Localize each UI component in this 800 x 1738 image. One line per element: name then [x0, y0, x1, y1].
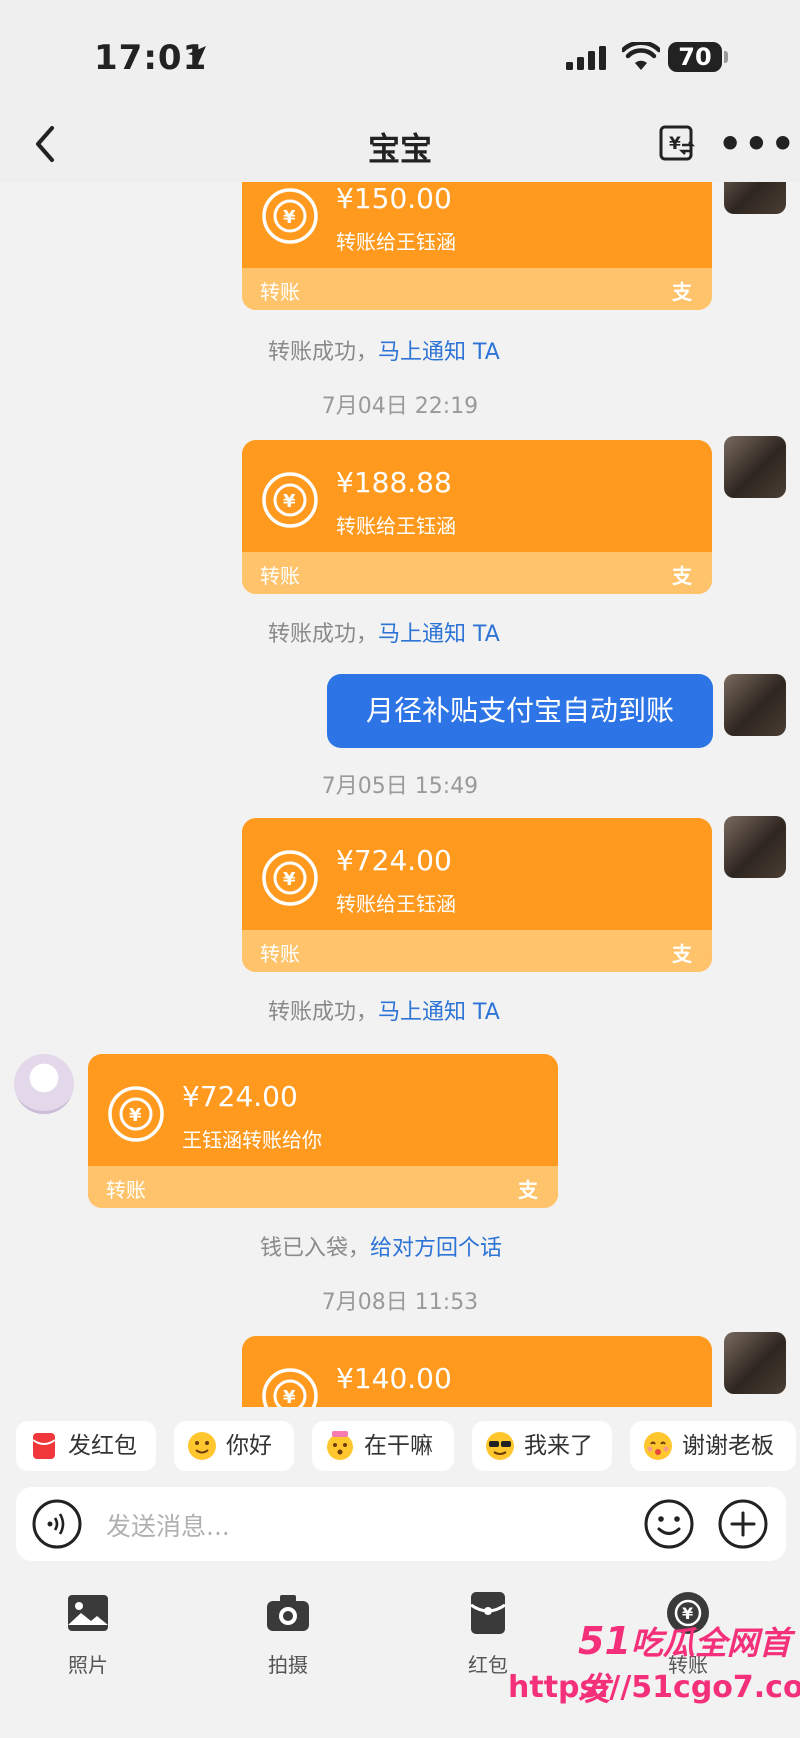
transfer-coin-icon: ¥ — [262, 850, 318, 906]
alipay-icon: 支 — [672, 564, 692, 588]
text-message-bubble[interactable]: 月径补贴支付宝自动到账 — [327, 674, 713, 748]
svg-text:¥: ¥ — [669, 134, 681, 154]
message-input[interactable]: 发送消息... — [16, 1487, 786, 1561]
quick-reply-hello[interactable]: 你好 — [174, 1421, 294, 1471]
svg-text:¥: ¥ — [129, 1105, 142, 1126]
transfer-coin-icon: ¥ — [108, 1086, 164, 1142]
quick-reply-label: 在干嘛 — [364, 1433, 433, 1459]
notice-text: 转账成功， — [268, 1000, 379, 1025]
camera-tool[interactable]: 拍摄 — [238, 1589, 338, 1678]
quick-reply-red-packet[interactable]: 发红包 — [16, 1421, 156, 1471]
notice-text: 钱已入袋， — [260, 1236, 371, 1261]
message-timestamp: 7月05日 15:49 — [321, 774, 479, 799]
transfer-card[interactable]: ¥ ¥140.00 — [242, 1336, 712, 1407]
plus-icon[interactable] — [716, 1497, 770, 1551]
my-avatar[interactable] — [724, 1332, 786, 1394]
transfer-status-notice: 转账成功，马上通知 TA — [268, 334, 500, 366]
quick-reply-bar: 发红包 你好 在干嘛 我来了 谢谢老板 — [0, 1407, 800, 1485]
more-menu-button[interactable]: ••• — [718, 122, 797, 166]
contact-avatar[interactable] — [14, 1054, 74, 1114]
quick-reply-label: 你好 — [226, 1433, 272, 1459]
red-packet-tool[interactable]: 红包 — [438, 1589, 538, 1678]
my-avatar[interactable] — [724, 182, 786, 214]
my-avatar[interactable] — [724, 674, 786, 736]
emoji-curious-icon — [327, 1431, 353, 1460]
transfer-card[interactable]: ¥ ¥150.00 转账给王钰涵 转账 支 — [242, 182, 712, 310]
transfer-label: 转账 — [260, 564, 300, 588]
transfer-status-notice: 转账成功，马上通知 TA — [268, 616, 500, 648]
red-packet-icon — [32, 1433, 56, 1459]
alipay-icon: 支 — [672, 280, 692, 304]
nav-bar: 宝宝 ¥ ••• — [0, 110, 800, 182]
notify-link[interactable]: 马上通知 TA — [378, 340, 500, 365]
wifi-icon — [622, 42, 660, 70]
red-packet-icon — [470, 1592, 506, 1634]
transfer-coin-icon: ¥ — [262, 188, 318, 244]
alipay-icon: 支 — [518, 1178, 538, 1202]
svg-text:¥: ¥ — [283, 491, 296, 512]
chat-messages: ¥ ¥150.00 转账给王钰涵 转账 支 转账成功，马上通知 TA 7月04日… — [0, 182, 800, 1407]
quick-reply-coming[interactable]: 我来了 — [472, 1421, 612, 1471]
transfer-label: 转账 — [106, 1178, 146, 1202]
tool-label: 照片 — [68, 1653, 108, 1677]
transfer-record-icon[interactable]: ¥ — [658, 124, 696, 162]
reply-link[interactable]: 给对方回个话 — [370, 1236, 502, 1261]
quick-reply-label: 我来了 — [524, 1433, 593, 1459]
quick-reply-label: 谢谢老板 — [682, 1433, 774, 1459]
alipay-icon: 支 — [672, 942, 692, 966]
transfer-description: 转账给王钰涵 — [336, 514, 456, 538]
location-arrow-icon — [188, 46, 206, 64]
svg-text:¥: ¥ — [283, 207, 296, 228]
notice-text: 转账成功， — [268, 622, 379, 647]
transfer-amount: ¥140.00 — [336, 1362, 452, 1395]
my-avatar[interactable] — [724, 436, 786, 498]
emoji-picker-icon[interactable] — [642, 1497, 696, 1551]
transfer-card[interactable]: ¥ ¥724.00 转账给王钰涵 转账 支 — [242, 818, 712, 972]
emoji-wave-icon — [188, 1432, 216, 1460]
photo-icon — [68, 1595, 108, 1631]
watermark-number: 51 — [578, 1619, 631, 1663]
transfer-description: 转账给王钰涵 — [336, 892, 456, 916]
transfer-card[interactable]: ¥ ¥724.00 王钰涵转账给你 转账 支 — [88, 1054, 558, 1208]
battery-icon: 70 — [668, 42, 722, 72]
status-bar: 17:01 70 — [0, 0, 800, 110]
watermark-url: https://51cgo7.com — [508, 1670, 800, 1705]
transfer-description: 王钰涵转账给你 — [182, 1128, 322, 1152]
transfer-card[interactable]: ¥ ¥188.88 转账给王钰涵 转账 支 — [242, 440, 712, 594]
transfer-status-notice: 转账成功，马上通知 TA — [268, 994, 500, 1026]
voice-input-icon[interactable] — [30, 1497, 84, 1551]
svg-text:¥: ¥ — [283, 1387, 296, 1407]
message-timestamp: 7月04日 22:19 — [321, 394, 479, 419]
tool-label: 拍摄 — [268, 1653, 308, 1677]
transfer-description: 转账给王钰涵 — [336, 230, 456, 254]
emoji-sunglasses-icon — [486, 1432, 514, 1460]
notify-link[interactable]: 马上通知 TA — [378, 1000, 500, 1025]
transfer-amount: ¥724.00 — [182, 1080, 298, 1113]
my-avatar[interactable] — [724, 816, 786, 878]
transfer-coin-icon: ¥ — [262, 1368, 318, 1407]
transfer-label: 转账 — [260, 280, 300, 304]
camera-icon — [267, 1595, 309, 1631]
transfer-amount: ¥150.00 — [336, 182, 452, 215]
message-timestamp: 7月08日 11:53 — [321, 1290, 479, 1315]
received-status-notice: 钱已入袋，给对方回个话 — [260, 1230, 502, 1262]
emoji-thanks-icon — [644, 1432, 672, 1460]
transfer-coin-icon: ¥ — [262, 472, 318, 528]
battery-tip — [724, 51, 728, 63]
message-input-bar: 发送消息... — [0, 1485, 800, 1581]
quick-reply-whats-up[interactable]: 在干嘛 — [312, 1421, 454, 1471]
quick-reply-thanks-boss[interactable]: 谢谢老板 — [630, 1421, 796, 1471]
input-placeholder: 发送消息... — [106, 1512, 230, 1541]
signal-icon — [566, 46, 606, 70]
transfer-amount: ¥188.88 — [336, 466, 452, 499]
notice-text: 转账成功， — [268, 340, 379, 365]
transfer-amount: ¥724.00 — [336, 844, 452, 877]
svg-text:¥: ¥ — [283, 869, 296, 890]
quick-reply-label: 发红包 — [68, 1433, 137, 1459]
transfer-label: 转账 — [260, 942, 300, 966]
photo-tool[interactable]: 照片 — [38, 1589, 138, 1678]
notify-link[interactable]: 马上通知 TA — [378, 622, 500, 647]
